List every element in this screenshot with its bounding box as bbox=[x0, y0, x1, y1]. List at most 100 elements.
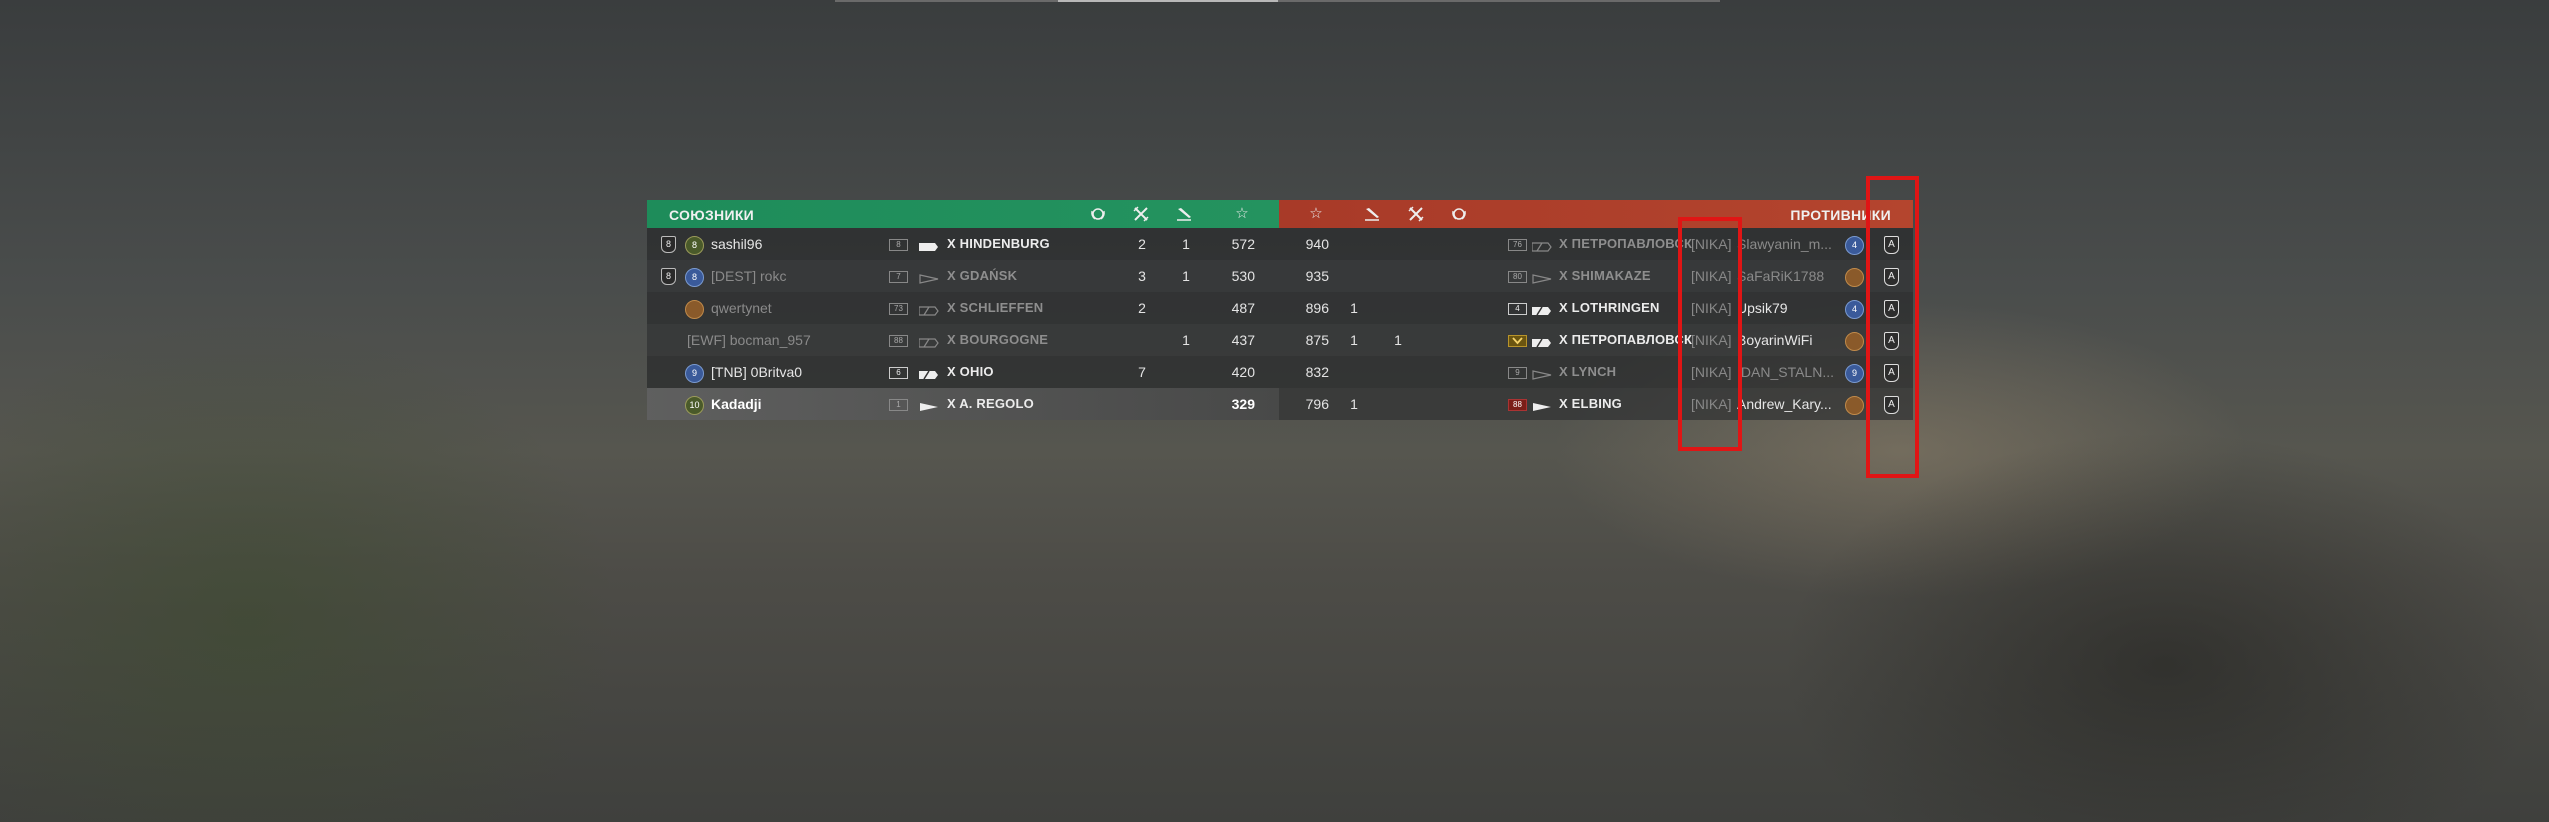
destroyer-icon bbox=[1532, 271, 1552, 284]
player-name: sashil96 bbox=[711, 236, 763, 252]
tier-badge: 80 bbox=[1508, 271, 1527, 283]
level-badge: 9 bbox=[1845, 364, 1864, 383]
score-value: 487 bbox=[1231, 300, 1255, 316]
score-value: 437 bbox=[1231, 332, 1255, 348]
player-name: Slawyanin_m... bbox=[1737, 236, 1832, 252]
top-progress-fill bbox=[1058, 0, 1278, 2]
rank-badge: 8 bbox=[661, 236, 676, 253]
score-value: 940 bbox=[1305, 236, 1329, 252]
enemy-row[interactable]: 832 9 X LYNCH [NIKA] IDAN_STALN... 9 A bbox=[1279, 356, 1913, 388]
level-badge: 10 bbox=[685, 396, 704, 415]
level-badge bbox=[685, 300, 704, 319]
tier-badge: 9 bbox=[1508, 367, 1527, 379]
ship-sunk-icon bbox=[1363, 205, 1381, 223]
tier-badge: 76 bbox=[1508, 239, 1527, 251]
enemy-row[interactable]: 875 1 1 X ПЕТРОПАВЛОВСК [NIKA] BoyarinWi… bbox=[1279, 324, 1913, 356]
level-badge: 9 bbox=[685, 364, 704, 383]
ally-row-current-player[interactable]: 10 Kadadji 1 X A. REGOLO 329 bbox=[647, 388, 1279, 420]
star-icon: ☆ bbox=[1235, 205, 1249, 222]
score-value: 896 bbox=[1305, 300, 1329, 316]
sunk-count: 1 bbox=[1350, 396, 1358, 412]
kills-count: 1 bbox=[1394, 332, 1402, 348]
enemy-row[interactable]: 796 1 88 X ELBING [NIKA] Andrew_Kary... … bbox=[1279, 388, 1913, 420]
kills-count: 7 bbox=[1138, 364, 1146, 380]
ally-row[interactable]: 9 [TNB] 0Britva0 6 X OHIO 7 420 bbox=[647, 356, 1279, 388]
star-icon: ☆ bbox=[1309, 205, 1323, 222]
allies-panel: СОЮЗНИКИ ☆ 8 8 sashil96 8 X HINDENBURG 2… bbox=[647, 200, 1279, 424]
player-name: IDAN_STALN... bbox=[1737, 364, 1834, 380]
background-island-right bbox=[1780, 430, 2549, 822]
rank-badge: 8 bbox=[661, 268, 676, 285]
player-name: Andrew_Kary... bbox=[1737, 396, 1832, 412]
ship-name: X LOTHRINGEN bbox=[1559, 300, 1660, 315]
highlight-box-badges bbox=[1866, 176, 1919, 478]
player-name: Upsik79 bbox=[1737, 300, 1788, 316]
sunk-count: 1 bbox=[1182, 236, 1190, 252]
battleship-icon bbox=[1532, 335, 1552, 348]
ship-sunk-icon bbox=[1175, 205, 1193, 223]
allies-header: СОЮЗНИКИ ☆ bbox=[647, 200, 1279, 228]
ship-name: X A. REGOLO bbox=[947, 396, 1034, 411]
tier-badge: 7 bbox=[889, 271, 908, 283]
planes-crossed-icon bbox=[1132, 205, 1150, 223]
level-badge: 4 bbox=[1845, 300, 1864, 319]
ally-row[interactable]: 8 8 [DEST] rokc 7 X GDAŃSK 3 1 530 bbox=[647, 260, 1279, 292]
battleship-icon bbox=[1531, 239, 1552, 252]
player-name: [TNB] 0Britva0 bbox=[711, 364, 803, 380]
enemies-panel: ☆ ПРОТИВНИКИ 940 76 X ПЕТРОПАВЛОВСК [NIK… bbox=[1279, 200, 1913, 424]
ship-name: X LYNCH bbox=[1559, 364, 1617, 379]
destroyer-icon bbox=[919, 271, 939, 284]
cruiser-icon bbox=[919, 239, 939, 251]
player-name: qwertynet bbox=[711, 300, 772, 316]
ally-row[interactable]: qwertynet 73 X SCHLIEFFEN 2 487 bbox=[647, 292, 1279, 324]
ally-row[interactable]: 8 8 sashil96 8 X HINDENBURG 2 1 572 bbox=[647, 228, 1279, 260]
enemies-header: ☆ ПРОТИВНИКИ bbox=[1279, 200, 1913, 228]
laurel-icon bbox=[1450, 205, 1468, 223]
tier-badge: 8 bbox=[889, 239, 908, 251]
ship-name: X GDAŃSK bbox=[947, 268, 1018, 283]
score-value: 420 bbox=[1231, 364, 1255, 380]
tier-badge: 1 bbox=[889, 399, 908, 411]
laurel-icon bbox=[1089, 205, 1107, 223]
ship-name: X SHIMAKAZE bbox=[1559, 268, 1651, 283]
level-badge bbox=[1845, 396, 1864, 415]
ally-row[interactable]: [EWF] bocman_957 88 X BOURGOGNE 1 437 bbox=[647, 324, 1279, 356]
player-name: SaFaRiK1788 bbox=[1737, 268, 1825, 284]
sunk-count: 1 bbox=[1350, 332, 1358, 348]
enemies-rows: 940 76 X ПЕТРОПАВЛОВСК [NIKA] Slawyanin_… bbox=[1279, 228, 1913, 420]
score-value: 832 bbox=[1305, 364, 1329, 380]
level-badge bbox=[1845, 268, 1864, 287]
enemy-row[interactable]: 935 80 X SHIMAKAZE [NIKA] SaFaRiK1788 A bbox=[1279, 260, 1913, 292]
sunk-count: 1 bbox=[1182, 268, 1190, 284]
tier-badge: 73 bbox=[889, 303, 908, 315]
score-value: 530 bbox=[1231, 268, 1255, 284]
battleship-icon bbox=[918, 335, 939, 348]
kills-count: 2 bbox=[1138, 300, 1146, 316]
kills-count: 2 bbox=[1138, 236, 1146, 252]
allies-title: СОЮЗНИКИ bbox=[669, 207, 755, 223]
score-value: 572 bbox=[1231, 236, 1255, 252]
tier-badge: 6 bbox=[889, 367, 908, 379]
planes-crossed-icon bbox=[1407, 205, 1425, 223]
battleship-icon bbox=[1532, 303, 1552, 316]
enemy-row[interactable]: 940 76 X ПЕТРОПАВЛОВСК [NIKA] Slawyanin_… bbox=[1279, 228, 1913, 260]
destroyer-icon bbox=[919, 399, 939, 411]
ship-name: X SCHLIEFFEN bbox=[947, 300, 1044, 315]
ship-name: X HINDENBURG bbox=[947, 236, 1050, 251]
tier-badge: 88 bbox=[1508, 399, 1527, 411]
tier-badge: 88 bbox=[889, 335, 908, 347]
level-badge: 4 bbox=[1845, 236, 1864, 255]
tier-badge-chevron bbox=[1508, 335, 1527, 347]
score-value: 329 bbox=[1231, 396, 1255, 412]
enemy-row[interactable]: 896 1 4 X LOTHRINGEN [NIKA] Upsik79 4 A bbox=[1279, 292, 1913, 324]
player-name: BoyarinWiFi bbox=[1737, 332, 1813, 348]
destroyer-icon bbox=[1532, 367, 1552, 380]
highlight-box-clan-tags bbox=[1678, 217, 1742, 451]
player-name: [DEST] rokc bbox=[711, 268, 787, 284]
destroyer-icon bbox=[1532, 399, 1552, 411]
background-island-left bbox=[0, 320, 620, 822]
sunk-count: 1 bbox=[1182, 332, 1190, 348]
player-name: Kadadji bbox=[711, 396, 762, 412]
player-name: [EWF] bocman_957 bbox=[687, 332, 811, 348]
level-badge: 8 bbox=[685, 236, 704, 255]
